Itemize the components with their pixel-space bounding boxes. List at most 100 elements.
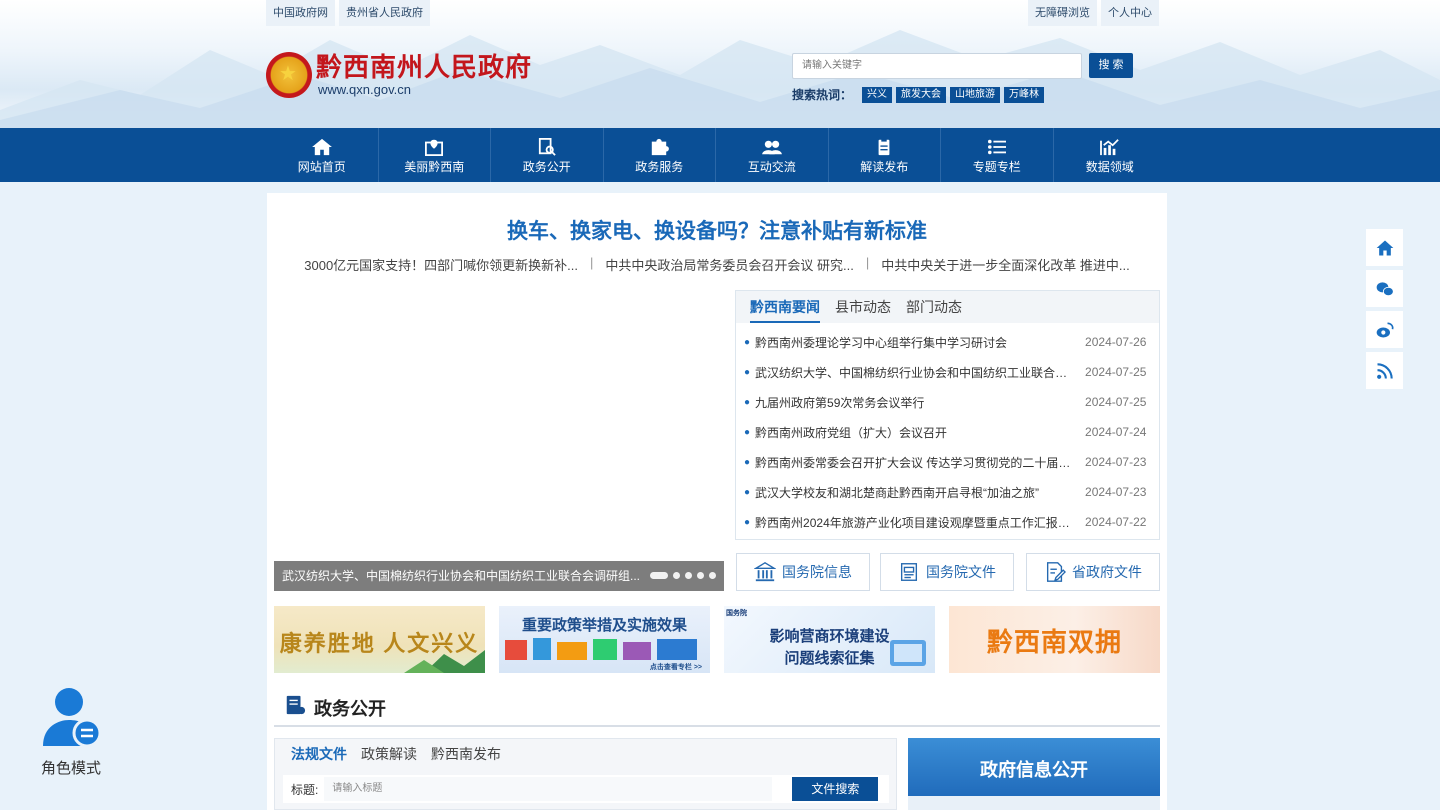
banner-business-environment[interactable]: 国务院 影响营商环境建设 问题线索征集 — [724, 606, 935, 673]
nav-label: 专题专栏 — [972, 160, 1021, 174]
nav-interpretation[interactable]: 解读发布 — [829, 128, 941, 182]
photo-slideshow[interactable] — [274, 293, 724, 590]
map-pin-icon — [425, 139, 444, 156]
slide-dot[interactable] — [650, 572, 668, 579]
link-china-gov[interactable]: 中国政府网 — [266, 0, 335, 26]
slide-dot[interactable] — [709, 572, 716, 579]
gov-info-strip — [908, 796, 1160, 810]
news-date: 2024-07-22 — [1085, 515, 1147, 529]
news-tabs: 黔西南要闻 县市动态 部门动态 — [736, 291, 1159, 323]
slide-dot[interactable] — [697, 572, 704, 579]
gov-info-disclosure[interactable]: 政府信息公开 — [908, 738, 1160, 810]
hot-word[interactable]: 旅发大会 — [896, 86, 947, 103]
banner-kangyang[interactable]: 康养胜地 人文兴义 — [274, 606, 485, 673]
quick-link-state-council-info[interactable]: 国务院信息 — [736, 553, 870, 591]
file-search-form: 标题: 请输入标题 文件搜索 — [283, 775, 889, 803]
float-weibo-button[interactable] — [1366, 311, 1403, 348]
main-content: 换车、换家电、换设备吗？注意补贴有新标准 3000亿元国家支持！四部门喊你领更新… — [267, 193, 1167, 810]
search-input[interactable]: 请输入关键字 — [792, 53, 1082, 79]
tab-department-news[interactable]: 部门动态 — [906, 291, 962, 323]
news-item[interactable]: ● 黔西南州委常委会召开扩大会议 传达学习贯彻党的二十届三中全会精神 2024-07… — [744, 447, 1159, 477]
site-logo[interactable]: 黔西南州人民政府 www.qxn.gov.cn — [266, 52, 532, 98]
nav-label: 互动交流 — [747, 160, 796, 174]
title-search-input[interactable]: 请输入标题 — [324, 777, 773, 801]
tab-qxn-news[interactable]: 黔西南要闻 — [750, 291, 820, 323]
news-item[interactable]: ● 武汉纺织大学、中国棉纺织行业协会和中国纺织工业联合会调研组... 2024-07… — [744, 357, 1159, 387]
file-search-button[interactable]: 文件搜索 — [792, 777, 879, 801]
news-item[interactable]: ● 九届州政府第59次常务会议举行 2024-07-25 — [744, 387, 1159, 417]
banner-device-illustration — [890, 640, 926, 666]
float-rss-button[interactable] — [1366, 352, 1403, 389]
role-mode-label: 角色模式 — [40, 760, 101, 777]
nav-gov-service[interactable]: 政务服务 — [604, 128, 716, 182]
tab-policy-interpretation[interactable]: 政策解读 — [361, 744, 417, 764]
search-button[interactable]: 搜 索 — [1089, 53, 1133, 78]
news-title: 黔西南州2024年旅游产业化项目建设观摩暨重点工作汇报会召开 — [755, 515, 1078, 530]
sub-headline-link[interactable]: 中共中央关于进一步全面深化改革 推进中... — [881, 255, 1129, 274]
chart-icon — [1099, 139, 1119, 156]
news-title: 黔西南州委理论学习中心组举行集中学习研讨会 — [755, 335, 1008, 350]
separator: | — [865, 255, 870, 270]
law-tabs: 法规文件 政策解读 黔西南发布 — [275, 739, 896, 769]
bullet-icon: ● — [744, 336, 751, 348]
news-date: 2024-07-23 — [1085, 485, 1147, 499]
hot-word[interactable]: 山地旅游 — [950, 86, 1001, 103]
headline-link[interactable]: 换车、换家电、换设备吗？注意补贴有新标准 — [267, 215, 1167, 245]
accessibility-link[interactable]: 无障碍浏览 — [1028, 0, 1097, 26]
tab-regulations[interactable]: 法规文件 — [291, 744, 347, 764]
nav-label: 政务公开 — [522, 160, 571, 174]
sub-headline-link[interactable]: 3000亿元国家支持！四部门喊你领更新换新补... — [304, 255, 578, 274]
top-right-links: 无障碍浏览 个人中心 — [1028, 0, 1159, 26]
hot-word[interactable]: 万峰林 — [1004, 86, 1045, 103]
slideshow-dots — [650, 572, 716, 579]
hot-search-label: 搜索热词： — [792, 88, 853, 102]
float-home-button[interactable] — [1366, 229, 1403, 266]
home-icon — [1376, 240, 1393, 255]
nav-gov-affairs[interactable]: 政务公开 — [491, 128, 604, 182]
news-item[interactable]: ● 武汉大学校友和湖北楚商赴黔西南开启寻根“加油之旅” 2024-07-23 — [744, 477, 1159, 507]
slideshow-caption[interactable]: 武汉纺织大学、中国棉纺织行业协会和中国纺织工业联合会调研组... — [274, 561, 724, 591]
news-title: 九届州政府第59次常务会议举行 — [755, 395, 925, 410]
news-title: 黔西南州委常委会召开扩大会议 传达学习贯彻党的二十届三中全会精神 — [755, 455, 1077, 470]
tab-qxn-release[interactable]: 黔西南发布 — [431, 744, 501, 764]
news-title: 黔西南州政府党组（扩大）会议召开 — [755, 425, 948, 440]
quick-link-state-council-files[interactable]: 国务院文件 — [880, 553, 1014, 591]
float-wechat-button[interactable] — [1366, 270, 1403, 307]
rss-icon — [1376, 362, 1393, 379]
nav-data-field[interactable]: 数据领域 — [1054, 128, 1167, 182]
edit-document-icon — [1046, 562, 1066, 582]
banner-policy-effects[interactable]: 重要政策举措及实施效果 点击查看专栏 >> — [499, 606, 710, 673]
news-title: 武汉纺织大学、中国棉纺织行业协会和中国纺织工业联合会调研组... — [755, 365, 1077, 380]
people-icon — [761, 140, 782, 155]
sub-headline-link[interactable]: 中共中央政治局常务委员会召开会议 研究... — [605, 255, 853, 274]
personal-center-link[interactable]: 个人中心 — [1101, 0, 1159, 26]
site-url: www.qxn.gov.cn — [318, 82, 411, 97]
home-icon — [311, 138, 332, 156]
nav-beautiful-qxn[interactable]: 美丽黔西南 — [379, 128, 491, 182]
news-panel: 黔西南要闻 县市动态 部门动态 ● 黔西南州委理论学习中心组举行集中学习研讨会 20… — [735, 290, 1160, 540]
news-date: 2024-07-25 — [1085, 395, 1147, 409]
link-guizhou-gov[interactable]: 贵州省人民政府 — [339, 0, 430, 26]
nav-home[interactable]: 网站首页 — [266, 128, 379, 182]
nav-special-topics[interactable]: 专题专栏 — [941, 128, 1054, 182]
news-item[interactable]: ● 黔西南州2024年旅游产业化项目建设观摩暨重点工作汇报会召开 2024-07-2… — [744, 507, 1159, 537]
slideshow-caption-text: 武汉纺织大学、中国棉纺织行业协会和中国纺织工业联合会调研组... — [282, 569, 641, 583]
bullet-icon: ● — [744, 396, 751, 408]
slide-dot[interactable] — [685, 572, 692, 579]
news-list: ● 黔西南州委理论学习中心组举行集中学习研讨会 2024-07-26 ● 武汉纺织大学… — [736, 323, 1159, 537]
hot-word[interactable]: 兴义 — [862, 86, 893, 103]
user-switch-icon — [43, 688, 102, 748]
mountain-background — [0, 30, 1440, 128]
news-item[interactable]: ● 黔西南州政府党组（扩大）会议召开 2024-07-24 — [744, 417, 1159, 447]
news-item[interactable]: ● 黔西南州委理论学习中心组举行集中学习研讨会 2024-07-26 — [744, 327, 1159, 357]
nav-label: 解读发布 — [860, 160, 909, 174]
quick-link-provincial-files[interactable]: 省政府文件 — [1026, 553, 1160, 591]
nav-interaction[interactable]: 互动交流 — [716, 128, 829, 182]
tab-county-news[interactable]: 县市动态 — [835, 291, 891, 323]
role-mode-button[interactable]: 角色模式 — [36, 686, 106, 778]
slide-dot[interactable] — [673, 572, 680, 579]
government-building-icon — [754, 562, 776, 582]
quick-link-label: 省政府文件 — [1072, 564, 1142, 580]
list-icon — [987, 139, 1006, 155]
banner-shuangyong[interactable]: 黔西南双拥 — [949, 606, 1160, 673]
